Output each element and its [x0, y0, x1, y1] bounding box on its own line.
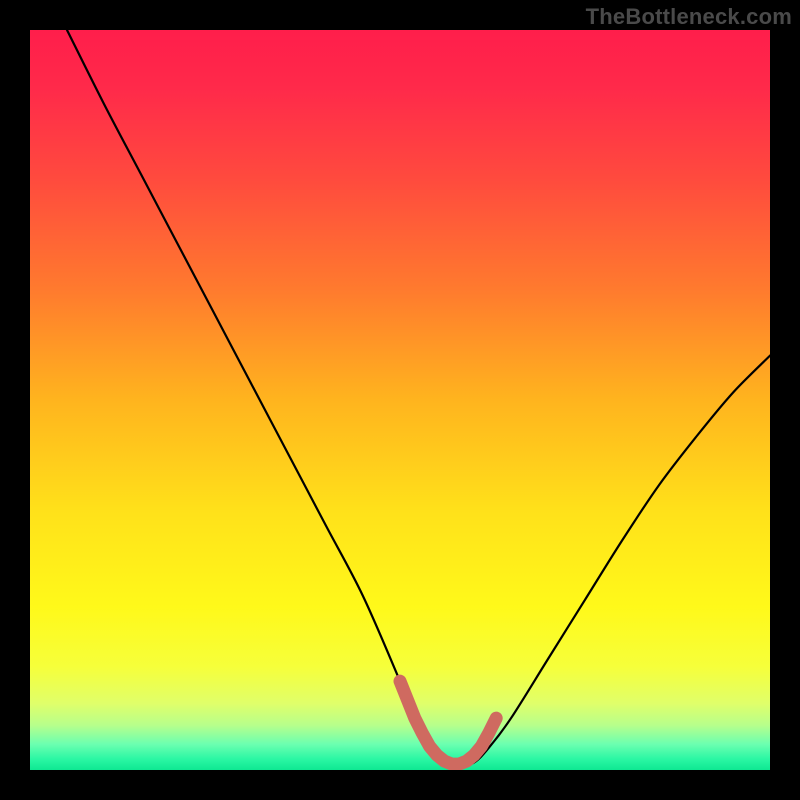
- chart-frame: TheBottleneck.com: [0, 0, 800, 800]
- bottleneck-chart: [30, 30, 770, 770]
- plot-area: [30, 30, 770, 770]
- gradient-background: [30, 30, 770, 770]
- watermark-text: TheBottleneck.com: [586, 4, 792, 30]
